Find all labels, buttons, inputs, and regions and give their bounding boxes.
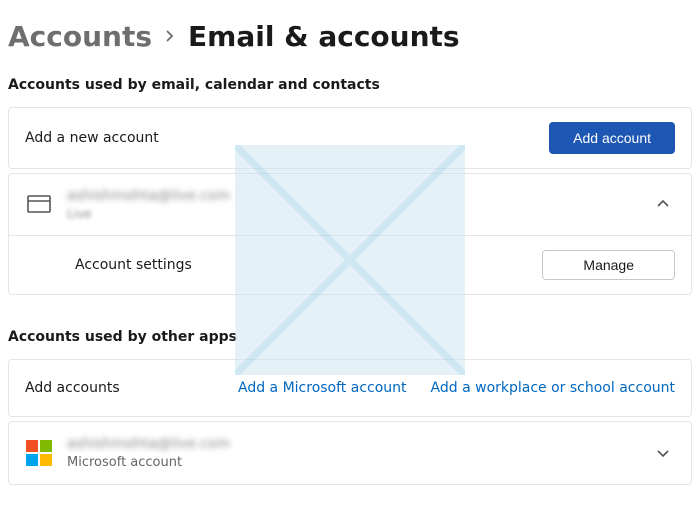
chevron-down-icon bbox=[651, 441, 675, 465]
add-microsoft-account-link[interactable]: Add a Microsoft account bbox=[238, 380, 407, 396]
breadcrumb-parent[interactable]: Accounts bbox=[8, 20, 152, 53]
card-icon bbox=[25, 190, 53, 218]
manage-button[interactable]: Manage bbox=[542, 250, 675, 280]
chevron-up-icon bbox=[651, 192, 675, 216]
microsoft-logo-icon bbox=[25, 439, 53, 467]
app-account-card: ashishmohta@live.com Microsoft account bbox=[8, 421, 692, 485]
account-settings-label: Account settings bbox=[75, 257, 542, 273]
add-work-school-account-link[interactable]: Add a workplace or school account bbox=[431, 380, 675, 396]
account-settings-row: Account settings Manage bbox=[9, 235, 691, 294]
add-accounts-label: Add accounts bbox=[25, 380, 224, 396]
account-provider: Live bbox=[67, 207, 637, 221]
app-account-row[interactable]: ashishmohta@live.com Microsoft account bbox=[9, 422, 691, 484]
app-account-subtype: Microsoft account bbox=[67, 455, 637, 470]
breadcrumb-current: Email & accounts bbox=[188, 20, 460, 53]
app-account-email: ashishmohta@live.com bbox=[67, 436, 637, 453]
add-new-account-label: Add a new account bbox=[25, 130, 535, 146]
breadcrumb: Accounts Email & accounts bbox=[0, 0, 700, 67]
email-account-card: ashishmohta@live.com Live Account settin… bbox=[8, 173, 692, 295]
add-accounts-card: Add accounts Add a Microsoft account Add… bbox=[8, 359, 692, 417]
account-email: ashishmohta@live.com bbox=[67, 188, 637, 205]
section-title-apps: Accounts used by other apps bbox=[0, 299, 700, 359]
add-account-button[interactable]: Add account bbox=[549, 122, 675, 154]
chevron-right-icon bbox=[164, 27, 176, 46]
add-new-account-card: Add a new account Add account bbox=[8, 107, 692, 169]
section-title-email: Accounts used by email, calendar and con… bbox=[0, 67, 700, 107]
email-account-row[interactable]: ashishmohta@live.com Live bbox=[9, 174, 691, 235]
